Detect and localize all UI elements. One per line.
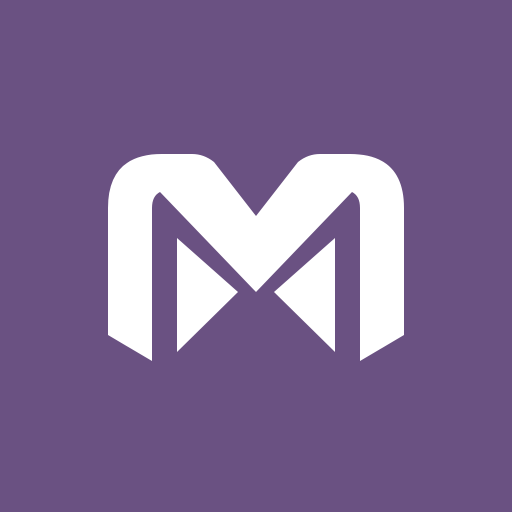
m-logo-outline [108,154,404,361]
app-icon-background [0,0,512,512]
m-logo-icon [108,154,404,361]
